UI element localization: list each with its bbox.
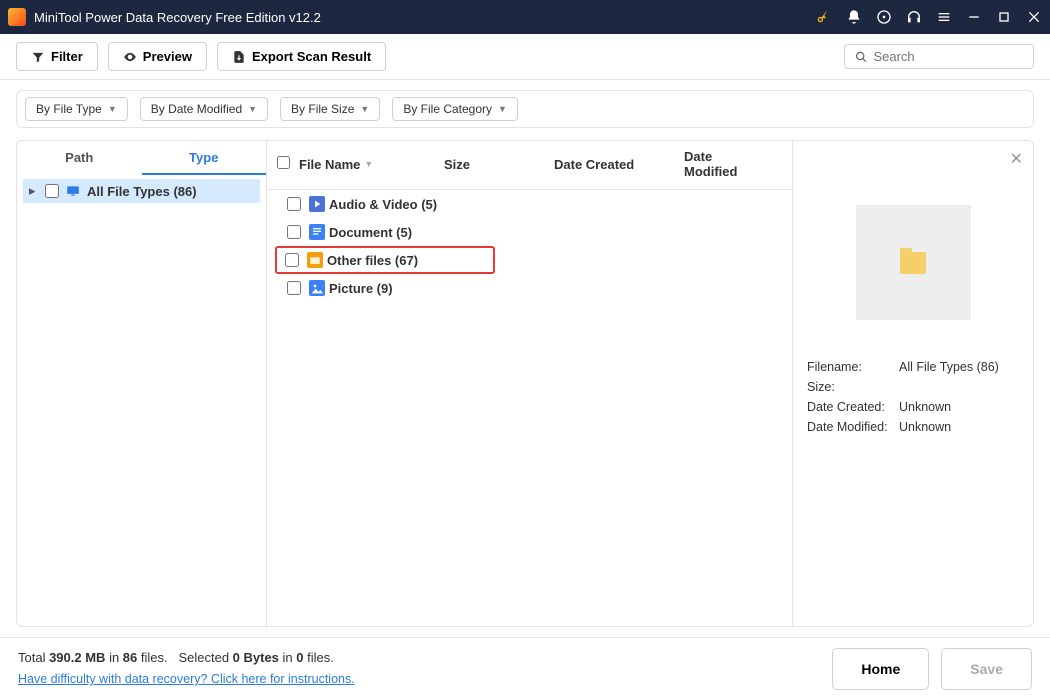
- picture-icon: [309, 280, 325, 296]
- tree-root-checkbox[interactable]: [45, 184, 59, 198]
- item-checkbox[interactable]: [287, 225, 301, 239]
- list-item[interactable]: Picture (9): [277, 274, 792, 302]
- info-size-value: [899, 380, 1019, 394]
- info-dm-label: Date Modified:: [807, 420, 899, 434]
- sidebar: Path Type ▸ All File Types (86): [17, 141, 267, 626]
- document-icon: [309, 224, 325, 240]
- list-item-highlighted[interactable]: Other files (67): [275, 246, 495, 274]
- folder-icon: [307, 252, 323, 268]
- export-label: Export Scan Result: [252, 49, 371, 64]
- export-icon: [232, 50, 246, 64]
- preview-thumbnail: [856, 205, 971, 320]
- app-title: MiniTool Power Data Recovery Free Editio…: [34, 10, 816, 25]
- list-item[interactable]: Document (5): [277, 218, 792, 246]
- home-button[interactable]: Home: [832, 648, 929, 690]
- filter-label: Filter: [51, 49, 83, 64]
- select-all-checkbox[interactable]: [277, 156, 290, 169]
- search-input[interactable]: [873, 49, 1023, 64]
- preview-button[interactable]: Preview: [108, 42, 207, 71]
- key-icon[interactable]: [816, 9, 832, 25]
- col-date-created[interactable]: Date Created: [554, 157, 684, 172]
- expand-icon[interactable]: ▸: [29, 183, 39, 199]
- item-name: Picture (9): [329, 281, 393, 296]
- status-text: Total 390.2 MB in 86 files. Selected 0 B…: [18, 648, 355, 690]
- filter-button[interactable]: Filter: [16, 42, 98, 71]
- filter-bar: By File Type▼ By Date Modified▼ By File …: [16, 90, 1034, 128]
- tab-type[interactable]: Type: [142, 141, 267, 175]
- info-filename-label: Filename:: [807, 360, 899, 374]
- file-list: File Name ▼ Size Date Created Date Modif…: [267, 141, 793, 626]
- tab-path[interactable]: Path: [17, 141, 142, 175]
- funnel-icon: [31, 50, 45, 64]
- list-item[interactable]: Audio & Video (5): [277, 190, 792, 218]
- info-size-label: Size:: [807, 380, 899, 394]
- chevron-down-icon: ▼: [108, 104, 117, 114]
- chevron-down-icon: ▼: [498, 104, 507, 114]
- info-dc-label: Date Created:: [807, 400, 899, 414]
- maximize-icon[interactable]: [996, 9, 1012, 25]
- filter-file-size[interactable]: By File Size▼: [280, 97, 380, 121]
- toolbar: Filter Preview Export Scan Result: [0, 34, 1050, 80]
- save-button[interactable]: Save: [941, 648, 1032, 690]
- eye-icon: [123, 50, 137, 64]
- disc-icon[interactable]: [876, 9, 892, 25]
- info-dm-value: Unknown: [899, 420, 1019, 434]
- filter-file-type[interactable]: By File Type▼: [25, 97, 128, 121]
- media-icon: [309, 196, 325, 212]
- tree-root-label: All File Types (86): [87, 184, 197, 199]
- col-filename[interactable]: File Name: [299, 157, 360, 172]
- app-logo-icon: [8, 8, 26, 26]
- export-button[interactable]: Export Scan Result: [217, 42, 386, 71]
- preview-panel: ✕ Filename:All File Types (86) Size: Dat…: [793, 141, 1033, 626]
- info-filename-value: All File Types (86): [899, 360, 1019, 374]
- sort-caret-icon: ▼: [364, 159, 373, 169]
- menu-icon[interactable]: [936, 9, 952, 25]
- item-name: Document (5): [329, 225, 412, 240]
- item-name: Other files (67): [327, 253, 418, 268]
- close-preview-icon[interactable]: ✕: [1010, 149, 1023, 169]
- item-checkbox[interactable]: [287, 281, 301, 295]
- help-link[interactable]: Have difficulty with data recovery? Clic…: [18, 672, 355, 686]
- col-size[interactable]: Size: [444, 157, 554, 172]
- info-dc-value: Unknown: [899, 400, 1019, 414]
- monitor-icon: [65, 184, 81, 198]
- col-date-modified[interactable]: Date Modified: [684, 149, 764, 179]
- search-icon: [855, 50, 867, 64]
- sidebar-tabs: Path Type: [17, 141, 266, 175]
- preview-label: Preview: [143, 49, 192, 64]
- folder-icon: [900, 252, 926, 274]
- tree: ▸ All File Types (86): [17, 175, 266, 207]
- close-icon[interactable]: [1026, 9, 1042, 25]
- bell-icon[interactable]: [846, 9, 862, 25]
- tree-root[interactable]: ▸ All File Types (86): [23, 179, 260, 203]
- headphones-icon[interactable]: [906, 9, 922, 25]
- preview-info: Filename:All File Types (86) Size: Date …: [807, 360, 1019, 434]
- item-checkbox[interactable]: [287, 197, 301, 211]
- chevron-down-icon: ▼: [360, 104, 369, 114]
- filter-file-category[interactable]: By File Category▼: [392, 97, 518, 121]
- footer: Total 390.2 MB in 86 files. Selected 0 B…: [0, 637, 1050, 700]
- minimize-icon[interactable]: [966, 9, 982, 25]
- search-box[interactable]: [844, 44, 1034, 69]
- main-content: Path Type ▸ All File Types (86) File Nam…: [16, 140, 1034, 627]
- titlebar: MiniTool Power Data Recovery Free Editio…: [0, 0, 1050, 34]
- filter-date-modified[interactable]: By Date Modified▼: [140, 97, 268, 121]
- chevron-down-icon: ▼: [248, 104, 257, 114]
- item-name: Audio & Video (5): [329, 197, 437, 212]
- column-header: File Name ▼ Size Date Created Date Modif…: [267, 141, 792, 190]
- item-checkbox[interactable]: [285, 253, 299, 267]
